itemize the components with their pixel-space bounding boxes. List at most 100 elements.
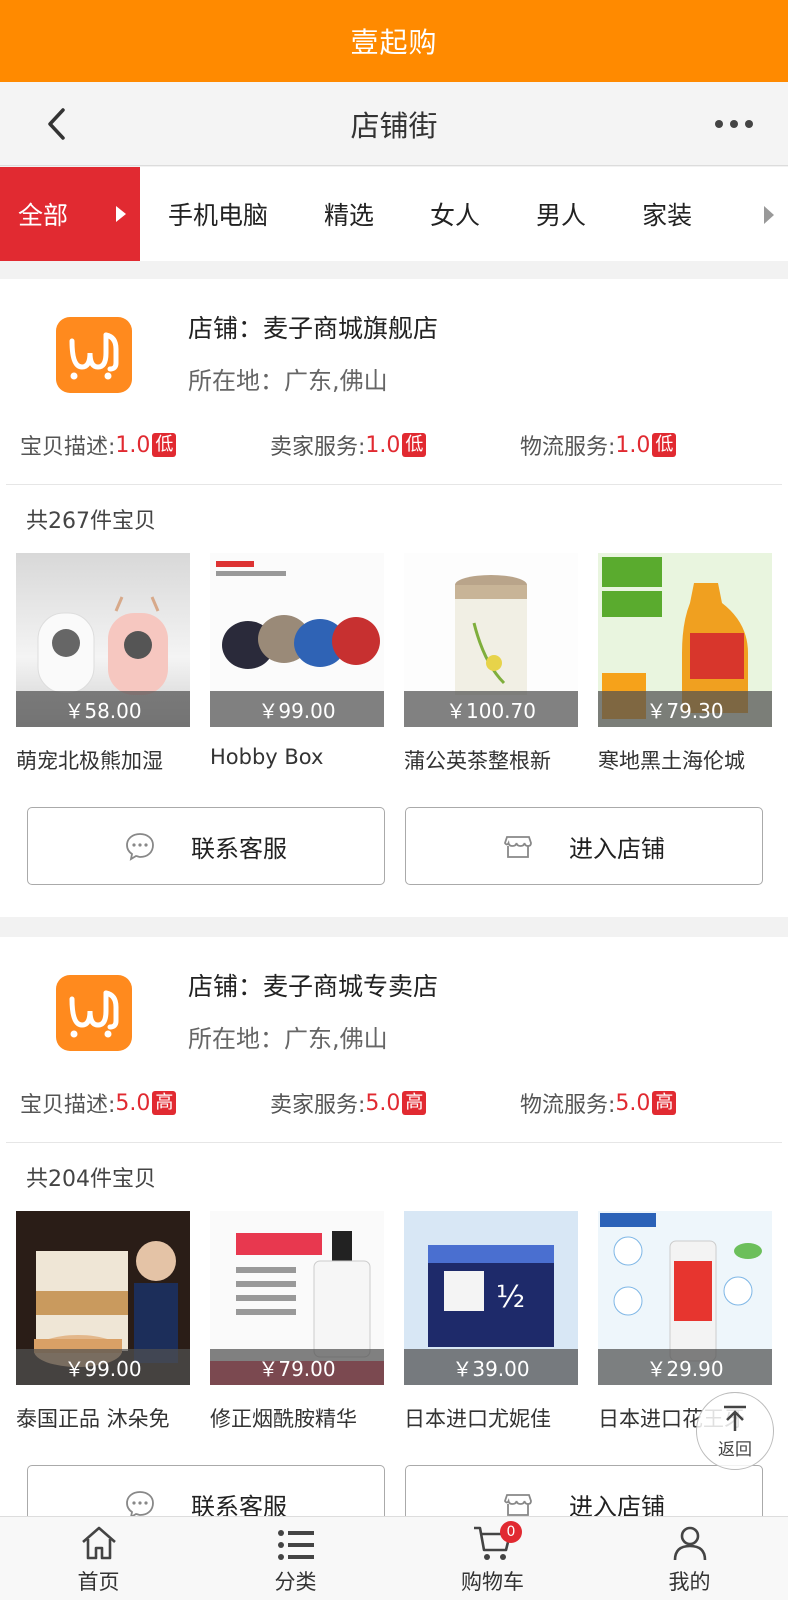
rating-label: 卖家服务: xyxy=(270,1093,366,1118)
shop-logo xyxy=(56,317,132,393)
category-all[interactable]: 全部 xyxy=(0,167,140,261)
product-price: ￥100.70 xyxy=(404,691,578,727)
product-price: ￥58.00 xyxy=(16,691,190,727)
tab-label: 分类 xyxy=(274,1570,317,1594)
scroll-right-icon[interactable] xyxy=(764,206,774,224)
rating-badge: 低 xyxy=(402,433,427,457)
tab-label: 购物车 xyxy=(461,1570,524,1594)
product-image[interactable]: ￥100.70 xyxy=(404,553,578,727)
rating-badge: 高 xyxy=(152,1091,177,1115)
tab-label: 我的 xyxy=(668,1570,711,1594)
product-image[interactable]: ￥79.00 xyxy=(210,1211,384,1385)
category-bar: 全部 手机电脑 精选 女人 男人 家装 xyxy=(0,167,788,261)
product-price: ￥79.30 xyxy=(598,691,772,727)
back-to-top-button[interactable]: 返回 xyxy=(696,1392,774,1470)
rating-value: 5.0 xyxy=(115,1090,151,1116)
rating-value: 1.0 xyxy=(615,432,651,458)
rating-label: 物流服务: xyxy=(520,435,616,460)
product-image[interactable]: ￥99.00 xyxy=(16,1211,190,1385)
divider xyxy=(6,484,782,485)
product-image[interactable]: ½ ￥39.00 xyxy=(404,1211,578,1385)
shop-name: 店铺：麦子商城专卖店 xyxy=(188,972,439,1001)
tab-category[interactable]: 分类 xyxy=(197,1517,394,1600)
tab-label: 首页 xyxy=(77,1570,120,1594)
tab-cart[interactable]: 0 购物车 xyxy=(394,1517,591,1600)
nav-bar: 店铺街 xyxy=(0,82,788,166)
category-item[interactable]: 家装 xyxy=(614,196,692,232)
product-title[interactable]: Hobby Box xyxy=(210,745,384,769)
rating-description: 宝贝描述: 5.0 高 xyxy=(20,1087,177,1119)
rating-description: 宝贝描述: 1.0 低 xyxy=(20,429,177,461)
page-title: 店铺街 xyxy=(350,108,438,143)
rating-label: 宝贝描述: xyxy=(20,1093,116,1118)
rating-value: 1.0 xyxy=(365,432,401,458)
store-icon xyxy=(503,1489,533,1519)
product-row: ￥99.00 泰国正品 沐朵免 ￥79.00 修正烟酰胺精华 ½ ￥39.00 … xyxy=(16,1211,772,1433)
tab-profile[interactable]: 我的 xyxy=(591,1517,788,1600)
product-title[interactable]: 寒地黑土海伦城 xyxy=(598,745,772,775)
product-image[interactable]: ￥99.00 xyxy=(210,553,384,727)
svg-text:½: ½ xyxy=(496,1280,525,1315)
tab-home[interactable]: 首页 xyxy=(0,1517,197,1600)
category-item[interactable]: 手机电脑 xyxy=(140,196,268,232)
product-card[interactable]: ￥79.00 修正烟酰胺精华 xyxy=(210,1211,384,1433)
cart-count-badge: 0 xyxy=(500,1521,522,1543)
product-title[interactable]: 泰国正品 沐朵免 xyxy=(16,1403,190,1433)
product-price: ￥79.00 xyxy=(210,1349,384,1385)
rating-service: 卖家服务: 5.0 高 xyxy=(270,1087,427,1119)
product-image[interactable]: ￥58.00 xyxy=(16,553,190,727)
shop-name: 店铺：麦子商城旗舰店 xyxy=(188,314,439,343)
app-title: 壹起购 xyxy=(350,26,438,59)
enter-shop-label: 进入店铺 xyxy=(569,834,665,863)
category-item[interactable]: 男人 xyxy=(508,196,586,232)
shop-location: 所在地：广东,佛山 xyxy=(188,367,388,395)
rating-label: 卖家服务: xyxy=(270,435,366,460)
product-image[interactable]: ￥29.90 xyxy=(598,1211,772,1385)
product-title[interactable]: 蒲公英茶整根新 xyxy=(404,745,578,775)
product-price: ￥29.90 xyxy=(598,1349,772,1385)
app-title-bar: 壹起购 xyxy=(0,0,788,82)
more-button[interactable] xyxy=(708,108,760,140)
shop-card: 店铺：麦子商城旗舰店 所在地：广东,佛山 宝贝描述: 1.0 低 卖家服务: 1.0 低… xyxy=(0,279,788,917)
chevron-left-icon xyxy=(48,108,65,140)
product-row: ￥58.00 萌宠北极熊加湿 ￥99.00 Hobby Box ￥100.70 … xyxy=(16,553,772,775)
category-item[interactable]: 精选 xyxy=(296,196,374,232)
back-to-top-label: 返回 xyxy=(718,1439,752,1460)
product-price: ￥39.00 xyxy=(404,1349,578,1385)
category-item[interactable]: 女人 xyxy=(402,196,480,232)
product-card[interactable]: ½ ￥39.00 日本进口尤妮佳 xyxy=(404,1211,578,1433)
product-image[interactable]: ￥79.30 xyxy=(598,553,772,727)
rating-label: 宝贝描述: xyxy=(20,435,116,460)
chat-bubble-icon xyxy=(125,831,155,861)
home-icon xyxy=(81,1526,116,1560)
product-card[interactable]: ￥58.00 萌宠北极熊加湿 xyxy=(16,553,190,775)
store-icon xyxy=(503,831,533,861)
enter-shop-button[interactable]: 进入店铺 xyxy=(405,807,763,885)
shop-location: 所在地：广东,佛山 xyxy=(188,1025,388,1053)
rating-service: 卖家服务: 1.0 低 xyxy=(270,429,427,461)
rating-badge: 高 xyxy=(652,1091,677,1115)
rating-badge: 低 xyxy=(152,433,177,457)
more-icon xyxy=(715,120,753,128)
product-title[interactable]: 修正烟酰胺精华 xyxy=(210,1403,384,1433)
product-price: ￥99.00 xyxy=(210,691,384,727)
list-icon xyxy=(277,1530,314,1560)
product-title[interactable]: 萌宠北极熊加湿 xyxy=(16,745,190,775)
rating-badge: 高 xyxy=(402,1091,427,1115)
product-card[interactable]: ￥79.30 寒地黑土海伦城 xyxy=(598,553,772,775)
product-card[interactable]: ￥99.00 泰国正品 沐朵免 xyxy=(16,1211,190,1433)
rating-value: 5.0 xyxy=(615,1090,651,1116)
contact-service-button[interactable]: 联系客服 xyxy=(27,807,385,885)
rating-value: 1.0 xyxy=(115,432,151,458)
product-card[interactable]: ￥100.70 蒲公英茶整根新 xyxy=(404,553,578,775)
shop-logo-icon xyxy=(69,332,119,380)
shop-logo xyxy=(56,975,132,1051)
bottom-tab-bar: 首页 分类 0 购物车 我的 xyxy=(0,1516,788,1600)
product-title[interactable]: 日本进口尤妮佳 xyxy=(404,1403,578,1433)
back-button[interactable] xyxy=(34,102,78,146)
arrow-up-icon xyxy=(724,1405,746,1431)
rating-badge: 低 xyxy=(652,433,677,457)
item-count: 共204件宝贝 xyxy=(26,1167,156,1192)
product-card[interactable]: ￥99.00 Hobby Box xyxy=(210,553,384,775)
triangle-right-icon xyxy=(116,206,126,222)
